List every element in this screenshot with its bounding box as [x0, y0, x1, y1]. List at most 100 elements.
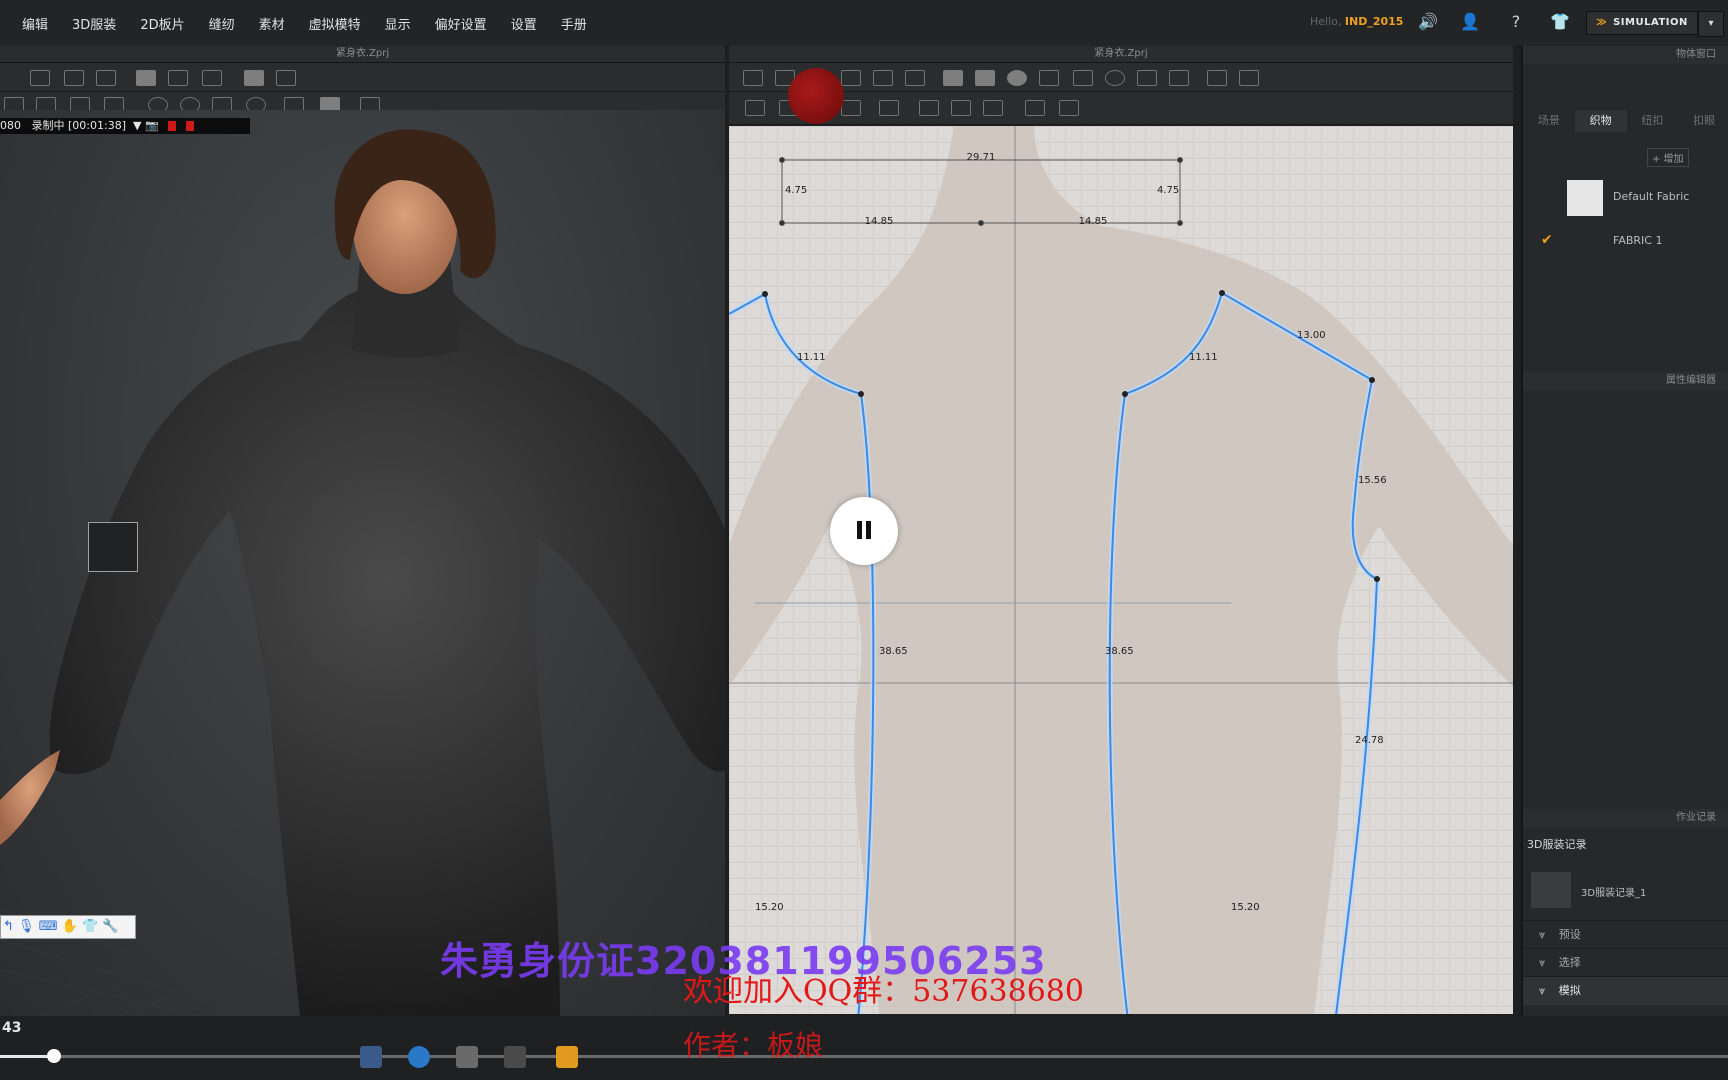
menu-materials[interactable]: 素材 — [259, 14, 285, 33]
menu-avatar[interactable]: 虚拟模特 — [309, 14, 361, 33]
dim-collar-width: 29.71 — [967, 152, 996, 163]
object-browser-tabs: 场景 织物 纽扣 扣眼 — [1523, 110, 1728, 132]
pin-tool[interactable] — [202, 70, 222, 86]
menu-edit[interactable]: 编辑 — [22, 14, 48, 33]
recording-time: [00:01:38] — [68, 119, 126, 132]
pointer-icon[interactable]: ↰ — [3, 919, 14, 934]
dart-tool[interactable] — [1137, 70, 1157, 86]
app-icon[interactable] — [456, 1046, 478, 1068]
pause-record-icon[interactable] — [168, 121, 177, 131]
pause-icon-left — [857, 521, 862, 539]
folder-icon[interactable] — [504, 1046, 526, 1068]
clo-icon[interactable] — [556, 1046, 578, 1068]
grade-tool[interactable] — [1207, 70, 1227, 86]
menu-settings[interactable]: 设置 — [511, 14, 537, 33]
object-browser-title: 物体窗口 — [1676, 49, 1716, 60]
tab-button[interactable]: 纽扣 — [1627, 110, 1679, 132]
rectangle-tool[interactable] — [975, 70, 995, 86]
viewport-2d[interactable]: 29.71 4.75 4.75 14.85 14.85 11.11 11.11 … — [729, 126, 1513, 1014]
browser-icon[interactable] — [408, 1046, 430, 1068]
view2d-toolbar-2 — [729, 92, 1513, 125]
recording-prefix: 080 — [0, 119, 21, 132]
pause-button[interactable] — [830, 497, 898, 565]
tshirt-icon[interactable]: 👕 — [1550, 12, 1570, 32]
tab-fabric[interactable]: 织物 — [1574, 110, 1627, 132]
bottom-bar: 43 — [0, 1016, 1728, 1080]
pleat-tool[interactable] — [1239, 70, 1259, 86]
tab-buttonhole[interactable]: 扣眼 — [1678, 110, 1728, 132]
point-tool[interactable] — [841, 70, 861, 86]
dim-shoulder: 13.00 — [1297, 330, 1326, 341]
select-tool[interactable] — [30, 70, 50, 86]
avatar-hand — [0, 750, 60, 845]
segment-tool[interactable] — [136, 70, 156, 86]
avatar-body — [49, 290, 725, 1016]
pattern-select-tool[interactable] — [743, 70, 763, 86]
fold-tool[interactable] — [276, 70, 296, 86]
stop-record-icon[interactable] — [185, 121, 194, 131]
shirt-icon[interactable]: 👕 — [82, 919, 98, 934]
dim-collar-right: 4.75 — [1157, 185, 1179, 196]
tack-tool[interactable] — [919, 100, 939, 116]
help-icon[interactable]: ? — [1506, 12, 1526, 32]
history-row-preset[interactable]: ⩔ 预设 — [1523, 920, 1728, 949]
camera-icon[interactable]: 📷 — [145, 119, 159, 132]
explorer-icon[interactable] — [360, 1046, 382, 1068]
view2d-title-strip: 紧身衣.Zprj — [729, 46, 1513, 63]
add-fabric-button[interactable]: + 增加 — [1647, 148, 1689, 167]
trace-tool[interactable] — [1169, 70, 1189, 86]
garment-tool[interactable] — [244, 70, 264, 86]
history-entry[interactable]: 3D服装记录_1 — [1581, 884, 1646, 899]
menu-preferences[interactable]: 偏好设置 — [435, 14, 487, 33]
user-icon[interactable]: 👤 — [1460, 12, 1480, 32]
simulation-dropdown[interactable]: ▾ — [1698, 11, 1724, 37]
menu-2d-pattern[interactable]: 2D板片 — [140, 14, 184, 33]
internal-polygon-tool[interactable] — [1039, 70, 1059, 86]
dim-collar-left: 4.75 — [785, 185, 807, 196]
history-row-simulate[interactable]: ⩔ 模拟 — [1523, 976, 1728, 1005]
property-editor-title-strip: 属性编辑器 — [1523, 372, 1728, 390]
pause-icon-right — [866, 521, 871, 539]
seek-knob[interactable] — [47, 1049, 61, 1063]
internal-rect-tool[interactable] — [1073, 70, 1093, 86]
menu-display[interactable]: 显示 — [385, 14, 411, 33]
curve-point-tool[interactable] — [905, 70, 925, 86]
fold-arrange-tool[interactable] — [951, 100, 971, 116]
menu-manual[interactable]: 手册 — [561, 14, 587, 33]
history-title: 作业记录 — [1676, 812, 1716, 823]
transform-tool[interactable] — [96, 70, 116, 86]
video-seek-bar[interactable] — [0, 1055, 1728, 1058]
edit-tool[interactable] — [168, 70, 188, 86]
keyboard-icon[interactable]: ⌨ — [39, 919, 58, 934]
texture-tool[interactable] — [983, 100, 1003, 116]
menu-3d-garment[interactable]: 3D服装 — [72, 14, 116, 33]
speaker-icon[interactable]: 🔊 — [1418, 12, 1438, 32]
graphic-tool[interactable] — [1025, 100, 1045, 116]
tab-scene[interactable]: 场景 — [1523, 110, 1575, 132]
curve-tool[interactable] — [873, 70, 893, 86]
circle-tool[interactable] — [1007, 70, 1027, 86]
cursor-highlight — [788, 68, 844, 124]
internal-circle-tool[interactable] — [1105, 70, 1125, 86]
fabric-item-default[interactable]: Default Fabric — [1523, 176, 1728, 216]
history-row-select[interactable]: ⩔ 选择 — [1523, 948, 1728, 977]
dropdown-icon[interactable]: ▼ — [133, 119, 141, 132]
move-tool[interactable] — [64, 70, 84, 86]
edit-sew-tool[interactable] — [879, 100, 899, 116]
menu-sewing[interactable]: 缝纫 — [209, 14, 235, 33]
hello-text: Hello, IND_2015 — [1310, 15, 1403, 28]
fabric-thumbnail[interactable] — [88, 522, 138, 572]
simulation-button[interactable]: ≫ SIMULATION — [1586, 11, 1698, 35]
history-row-simulate-label: 模拟 — [1558, 984, 1581, 997]
view3d-toolbar-1 — [0, 63, 725, 92]
seam-line-tool[interactable] — [745, 100, 765, 116]
pattern-graphic-tool[interactable] — [1059, 100, 1079, 116]
polygon-tool[interactable] — [943, 70, 963, 86]
dim-upper-side: 15.56 — [1358, 475, 1387, 486]
fabric-item-1[interactable]: ✔ FABRIC 1 — [1523, 222, 1728, 262]
wrench-icon[interactable]: 🔧 — [102, 919, 118, 934]
free-sew-tool[interactable] — [841, 100, 861, 116]
expand-icon: ⩔ — [1539, 928, 1546, 941]
microphone-icon[interactable]: 🎙 — [18, 919, 35, 934]
hand-icon[interactable]: ✋ — [62, 919, 78, 934]
